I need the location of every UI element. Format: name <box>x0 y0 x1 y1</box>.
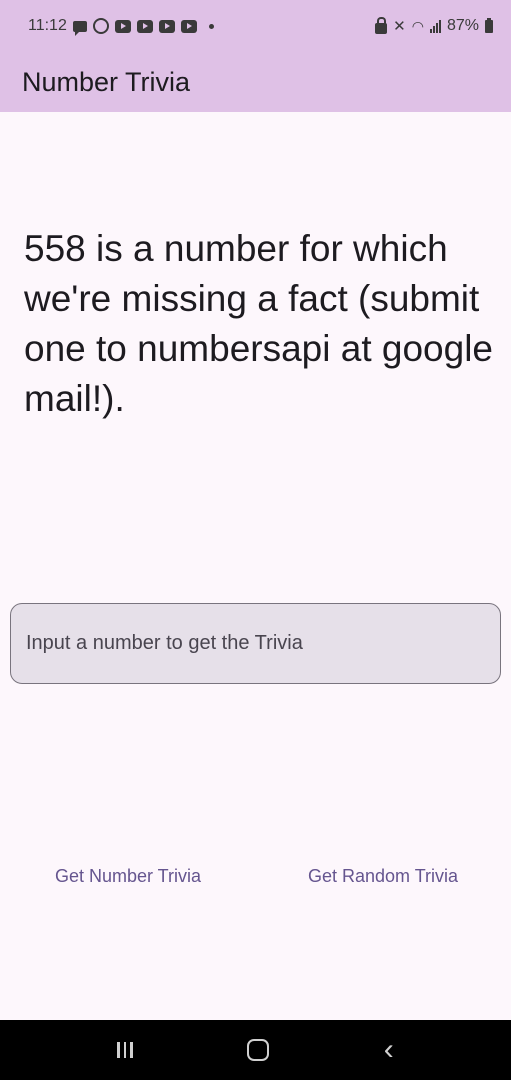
youtube-icon <box>136 19 153 33</box>
lock-icon <box>375 16 388 34</box>
number-input[interactable]: Input a number to get the Trivia <box>10 603 501 684</box>
home-icon[interactable] <box>247 1039 270 1061</box>
battery-icon <box>485 17 493 33</box>
dot-icon <box>208 23 214 29</box>
mute-icon: ✕ <box>393 17 406 35</box>
trivia-text: 558 is a number for which we're missing … <box>24 228 494 419</box>
status-right: ✕ ◠ 87% <box>375 16 493 35</box>
whatsapp-icon <box>92 18 109 34</box>
get-random-trivia-button[interactable]: Get Random Trivia <box>290 856 476 896</box>
app-title: Number Trivia <box>22 66 191 97</box>
status-left: 11:12 <box>28 17 214 36</box>
clock: 11:12 <box>28 17 67 34</box>
battery-percent: 87% <box>446 17 479 34</box>
youtube-icon <box>114 19 131 33</box>
signal-icon <box>429 19 441 33</box>
back-icon[interactable]: ‹ <box>384 1035 394 1065</box>
recent-apps-icon[interactable] <box>117 1042 133 1058</box>
wifi-icon: ◠ <box>411 18 424 34</box>
youtube-icon <box>158 19 175 33</box>
message-icon <box>72 20 87 36</box>
number-input-placeholder: Input a number to get the Trivia <box>26 632 303 654</box>
system-nav-bar: ‹ <box>0 1020 511 1080</box>
youtube-icon <box>180 19 197 33</box>
app-bar: Number Trivia <box>0 52 511 112</box>
status-bar: 11:12 ✕ ◠ 87% <box>0 0 511 52</box>
get-number-trivia-button[interactable]: Get Number Trivia <box>36 856 220 896</box>
